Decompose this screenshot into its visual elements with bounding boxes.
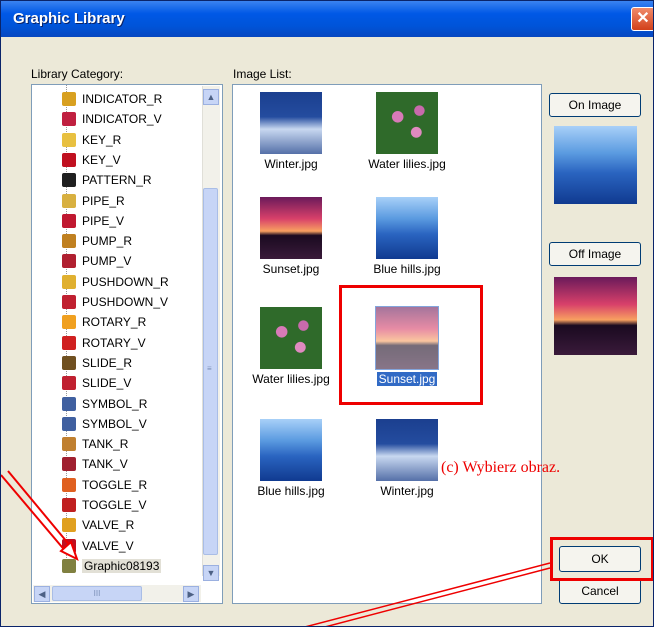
annotation-arrow-ok-edge (325, 567, 551, 626)
annotation-arrow-tree-edge (7, 470, 73, 549)
graphic-library-dialog: Graphic Library ✕ Library Category: Imag… (0, 0, 654, 627)
annotation-arrow-ok (305, 562, 551, 626)
annotation-arrows (1, 470, 551, 626)
annotation-arrow-tree (1, 474, 68, 554)
annotation-arrowhead (59, 540, 79, 562)
